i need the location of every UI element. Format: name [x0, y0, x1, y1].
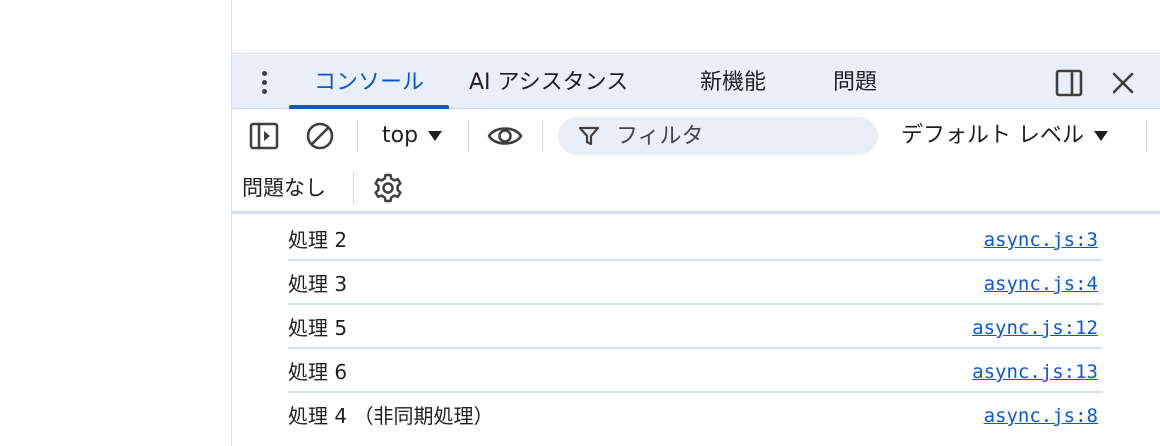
dock-side-icon[interactable] [1054, 68, 1084, 98]
page-content-area [232, 0, 1160, 54]
tab-issues-label: 問題 [833, 70, 878, 95]
inspected-page [0, 0, 231, 446]
console-toolbar-secondary: 問題なし [232, 162, 1160, 214]
issues-counter[interactable]: 問題なし [242, 172, 326, 204]
console-message-text: 処理 2 [288, 228, 348, 252]
console-messages: 処理 2 async.js:3 処理 3 async.js:4 処理 5 asy… [232, 217, 1160, 446]
close-icon[interactable] [1108, 68, 1138, 98]
console-message-source-link[interactable]: async.js:3 [984, 217, 1098, 261]
console-message: 処理 3 async.js:4 [288, 261, 1102, 305]
tab-issues[interactable]: 問題 [833, 55, 877, 109]
console-message-text: 処理 4 （非同期処理） [288, 404, 494, 428]
toolbar-divider [353, 172, 354, 204]
toolbar-divider [468, 120, 469, 152]
console-message-text: 処理 6 [288, 360, 348, 384]
console-message-source-link[interactable]: async.js:13 [972, 349, 1098, 393]
devtools-tabbar: コンソール AI アシスタンス 新機能 問題 [232, 55, 1160, 109]
active-tab-indicator [289, 105, 449, 109]
tab-ai-assistance[interactable]: AI アシスタンス [469, 55, 628, 109]
console-message-text: 処理 5 [288, 316, 348, 340]
tab-console[interactable]: コンソール [289, 55, 449, 109]
console-toolbar: top デフォルト レベル [232, 110, 1160, 162]
context-selector-label: top [382, 123, 419, 148]
log-levels-label: デフォルト レベル [901, 123, 1084, 148]
console-message-text: 処理 3 [288, 272, 348, 296]
console-message: 処理 4 （非同期処理） async.js:8 [288, 393, 1102, 437]
tab-console-label: コンソール [313, 70, 424, 95]
clear-console-icon[interactable] [304, 120, 336, 152]
sidebar-toggle-icon[interactable] [248, 120, 280, 152]
console-message-source-link[interactable]: async.js:4 [984, 261, 1098, 305]
filter-input[interactable] [614, 117, 864, 155]
issues-counter-label: 問題なし [242, 176, 326, 200]
filter-icon [578, 126, 600, 146]
console-message: 処理 2 async.js:3 [288, 217, 1102, 261]
console-message-source-link[interactable]: async.js:12 [972, 305, 1098, 349]
console-message: 処理 5 async.js:12 [288, 305, 1102, 349]
toolbar-divider [542, 120, 543, 152]
caret-down-icon [428, 131, 443, 141]
gear-icon[interactable] [372, 172, 404, 204]
tab-ai-assistance-label: AI アシスタンス [469, 70, 629, 95]
console-message: 処理 6 async.js:13 [288, 349, 1102, 393]
toolbar-divider [1146, 120, 1147, 152]
filter-box[interactable] [558, 117, 878, 155]
toolbar-divider [357, 120, 358, 152]
caret-down-icon [1094, 131, 1108, 141]
devtools-panel: コンソール AI アシスタンス 新機能 問題 top フィルタ デフォルト レベ… [231, 0, 1160, 446]
tab-whats-new[interactable]: 新機能 [700, 55, 766, 109]
context-selector[interactable]: top [382, 120, 443, 152]
tab-whats-new-label: 新機能 [700, 70, 767, 95]
eye-icon[interactable] [487, 120, 523, 152]
console-message-source-link[interactable]: async.js:8 [984, 393, 1098, 437]
log-levels-dropdown[interactable]: デフォルト レベル [901, 120, 1108, 152]
kebab-menu-icon[interactable] [254, 67, 274, 97]
